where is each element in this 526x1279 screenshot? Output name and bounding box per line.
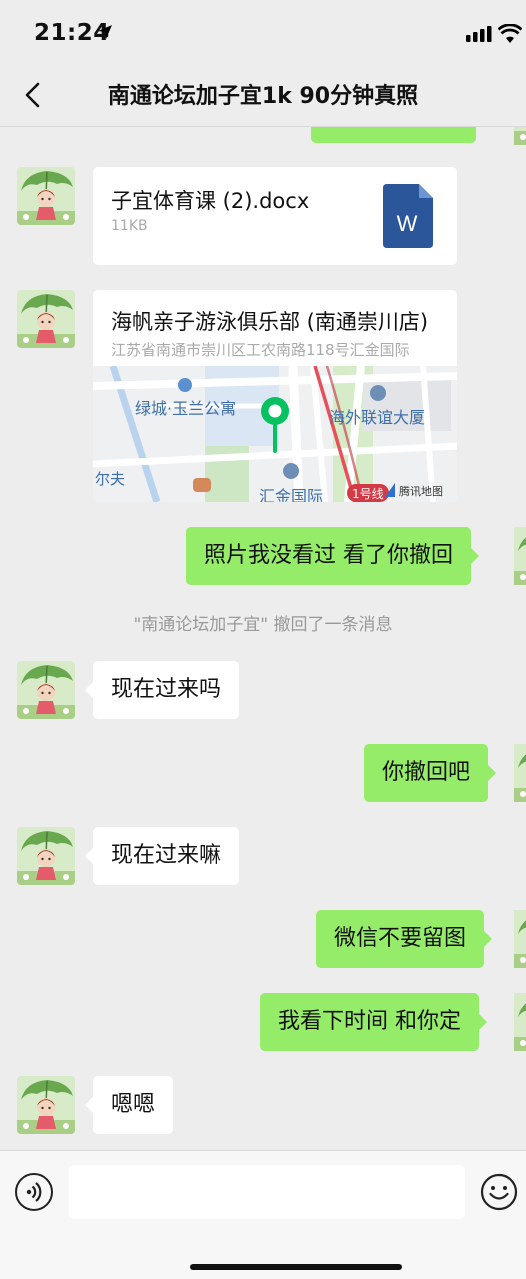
message-bubble-in[interactable]: 现在过来吗 (84, 661, 240, 719)
location-arrow-icon (98, 25, 112, 39)
message-bubble-out[interactable]: 微信不要留图 (316, 910, 493, 968)
message-bubble-partial[interactable] (311, 127, 476, 143)
metro-line-label: 1号线 (352, 487, 384, 501)
file-size: 11KB (111, 218, 148, 234)
my-avatar[interactable] (514, 993, 526, 1051)
my-avatar[interactable] (514, 744, 526, 802)
recall-notice: "南通论坛加子宜" 撤回了一条消息 (133, 615, 393, 635)
cellular-signal-icon (466, 26, 492, 42)
home-indicator (190, 1264, 402, 1270)
message-list[interactable]: 子宜体育课 (2).docx 11KB W 海帆亲子游泳俱乐部 (南通崇川店) … (0, 127, 526, 1150)
map-provider-logo: 腾讯地图 (399, 484, 443, 498)
my-avatar[interactable] (514, 910, 526, 968)
map-label: 尔夫 (95, 470, 125, 488)
message-bubble-out[interactable]: 照片我没看过 看了你撤回 (186, 527, 479, 585)
message-bubble-in[interactable]: 嗯嗯 (84, 1076, 174, 1134)
voice-icon (26, 1182, 42, 1202)
message-bubble-out[interactable]: 我看下时间 和你定 (260, 993, 487, 1051)
map-label: 汇金国际 (259, 487, 323, 502)
map-label: 绿城·玉兰公寓 (135, 399, 236, 418)
location-name: 海帆亲子游泳俱乐部 (南通崇川店) (111, 310, 429, 334)
contact-avatar[interactable] (17, 167, 75, 225)
location-map: 绿城·玉兰公寓 海外联谊大厦 汇金国际 尔夫 1号线 腾讯地图 (93, 366, 457, 502)
contact-avatar[interactable] (17, 1076, 75, 1134)
location-address: 江苏省南通市崇川区工农南路118号汇金国际 (111, 341, 410, 359)
location-message[interactable]: 海帆亲子游泳俱乐部 (南通崇川店) 江苏省南通市崇川区工农南路118号汇金国际 … (93, 290, 457, 502)
message-bubble-in[interactable]: 现在过来嘛 (84, 827, 240, 885)
message-input[interactable] (69, 1165, 465, 1219)
input-bar (0, 1150, 526, 1279)
file-message[interactable]: 子宜体育课 (2).docx 11KB W (93, 167, 457, 265)
map-label: 海外联谊大厦 (329, 408, 425, 427)
wifi-icon (498, 24, 522, 43)
my-avatar[interactable] (514, 527, 526, 585)
chat-header: 南通论坛加子宜1k 90分钟真照 (0, 64, 526, 127)
voice-input-button[interactable] (15, 1173, 53, 1211)
contact-avatar[interactable] (17, 290, 75, 348)
my-avatar[interactable] (514, 127, 526, 145)
contact-avatar[interactable] (17, 661, 75, 719)
word-doc-letter: W (397, 211, 418, 236)
file-name: 子宜体育课 (2).docx (111, 189, 310, 213)
chat-title: 南通论坛加子宜1k 90分钟真照 (107, 84, 419, 109)
back-chevron-icon[interactable] (18, 80, 48, 110)
status-bar: 21:24 (0, 0, 526, 64)
word-doc-icon: W (383, 184, 433, 248)
contact-avatar[interactable] (17, 827, 75, 885)
emoji-button-icon[interactable] (480, 1173, 518, 1211)
message-bubble-out[interactable]: 你撤回吧 (364, 744, 497, 802)
